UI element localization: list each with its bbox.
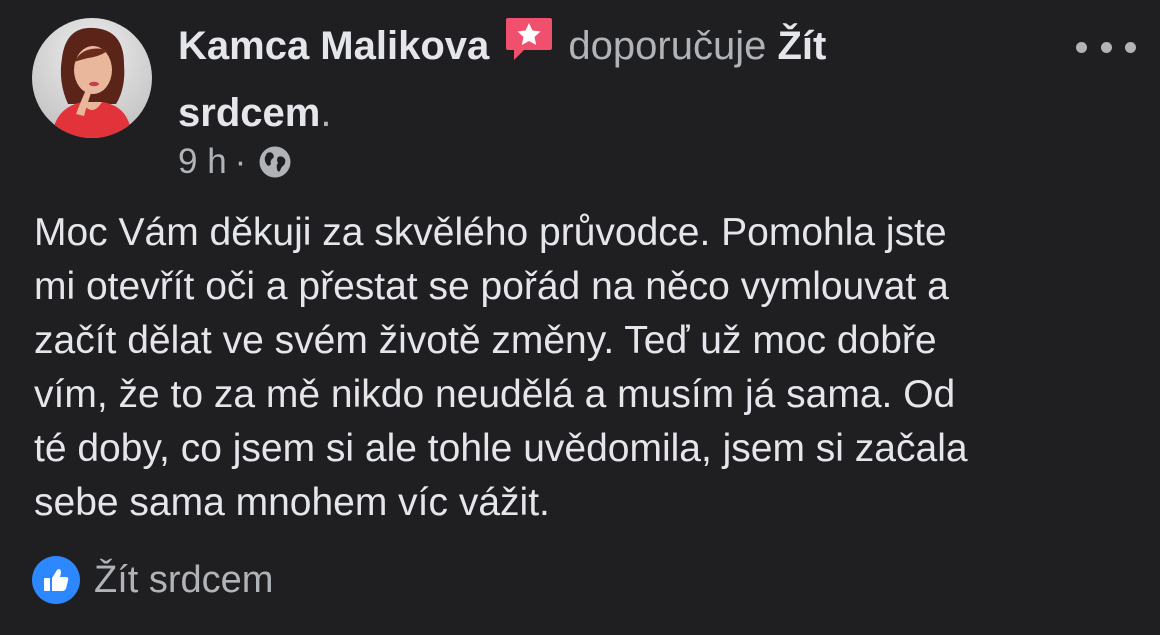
reactions-bar[interactable]: Žít srdcem xyxy=(32,556,273,604)
post-meta: 9 h · xyxy=(178,141,292,183)
more-dot xyxy=(1076,41,1087,53)
post-header: Kamca Malikova doporučuje Žít srdcem. xyxy=(178,15,968,144)
more-dot xyxy=(1100,41,1112,53)
meta-separator: · xyxy=(234,142,247,181)
author-name[interactable]: Kamca Malikova xyxy=(178,24,489,68)
action-text: doporučuje xyxy=(568,24,767,68)
like-icon xyxy=(32,556,80,604)
more-options-button[interactable] xyxy=(1076,35,1136,59)
recommendation-badge-icon xyxy=(504,16,554,82)
globe-icon[interactable] xyxy=(258,145,292,179)
author-avatar[interactable] xyxy=(32,18,152,138)
avatar-photo xyxy=(32,18,152,138)
post-timestamp[interactable]: 9 h xyxy=(178,141,227,183)
post-body-text: Moc Vám děkuji za skvělého průvodce. Pom… xyxy=(34,211,968,524)
more-dot xyxy=(1125,41,1136,53)
reaction-source-label: Žít srdcem xyxy=(94,558,274,601)
page-suffix: . xyxy=(320,91,332,135)
